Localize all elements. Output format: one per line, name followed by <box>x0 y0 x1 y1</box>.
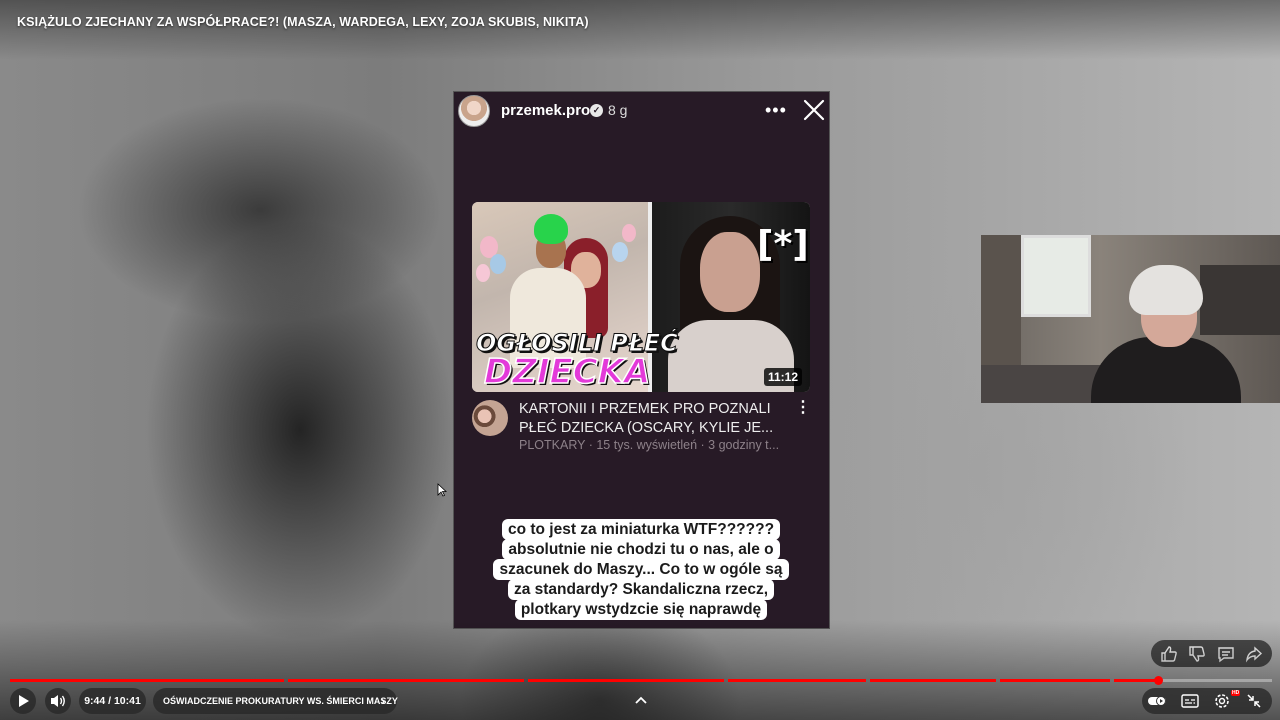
volume-button[interactable] <box>45 688 71 714</box>
right-controls: HD <box>1142 688 1272 714</box>
chapter-title: OŚWIADCZENIE PROKURATURY WS. ŚMIERCI MAS… <box>163 696 398 706</box>
chevron-up-icon <box>635 696 647 704</box>
progress-bar[interactable] <box>10 676 1272 685</box>
channel-avatar[interactable] <box>472 400 508 436</box>
story-caption: co to jest za miniaturka WTF?????? absol… <box>480 519 802 620</box>
story-avatar <box>458 95 490 127</box>
verified-badge-icon: ✓ <box>590 104 603 117</box>
expand-button[interactable] <box>628 688 654 714</box>
settings-icon[interactable] <box>1212 691 1232 711</box>
chapter-button[interactable]: OŚWIADCZENIE PROKURATURY WS. ŚMIERCI MAS… <box>153 688 398 714</box>
story-time-ago: 8 g <box>608 102 628 118</box>
volume-icon <box>51 695 65 707</box>
card-more-icon[interactable]: ⋮ <box>795 400 811 416</box>
story-header: przemek.pro ✓ 8 g ••• <box>454 92 829 132</box>
chevron-right-icon: › <box>381 694 385 708</box>
mouse-cursor-icon <box>437 483 447 497</box>
thumbnail-text-line2: DZIECKA <box>483 351 651 392</box>
thumbnail-censor-tag: [*] <box>757 224 809 265</box>
caption-line: za standardy? Skandaliczna rzecz, <box>507 579 775 600</box>
more-icon[interactable]: ••• <box>765 100 787 121</box>
video-duration-badge: 11:12 <box>763 368 802 386</box>
story-overlay: przemek.pro ✓ 8 g ••• [*] OGŁOSILI PŁEĆ … <box>453 91 830 629</box>
card-video-title[interactable]: KARTONII I PRZEMEK PRO POZNALI PŁEĆ DZIE… <box>519 400 789 438</box>
captions-icon[interactable] <box>1180 691 1200 711</box>
time-display: 9:44 / 10:41 <box>79 688 146 714</box>
story-username: przemek.pro <box>501 102 591 119</box>
play-icon <box>19 695 29 707</box>
webcam-overlay <box>981 235 1280 403</box>
caption-line: szacunek do Maszy... Co to w ogóle są <box>493 559 789 580</box>
caption-line: co to jest za miniaturka WTF?????? <box>501 519 781 540</box>
video-title: KSIĄŻULO ZJECHANY ZA WSPÓŁPRACE?! (MASZA… <box>17 15 589 29</box>
play-button[interactable] <box>10 688 36 714</box>
video-thumbnail[interactable]: [*] OGŁOSILI PŁEĆ DZIECKA 11:12 <box>472 202 810 392</box>
card-video-meta: PLOTKARY · 15 tys. wyświetleń · 3 godzin… <box>519 438 780 452</box>
caption-line: plotkary wstydzcie się naprawdę <box>514 599 768 620</box>
hd-badge: HD <box>1231 690 1241 696</box>
exit-fullscreen-icon[interactable] <box>1244 691 1264 711</box>
top-gradient <box>0 0 1280 60</box>
close-icon[interactable] <box>803 99 825 121</box>
autoplay-toggle-icon[interactable] <box>1147 691 1167 711</box>
caption-line: absolutnie nie chodzi tu o nas, ale o <box>502 539 780 560</box>
